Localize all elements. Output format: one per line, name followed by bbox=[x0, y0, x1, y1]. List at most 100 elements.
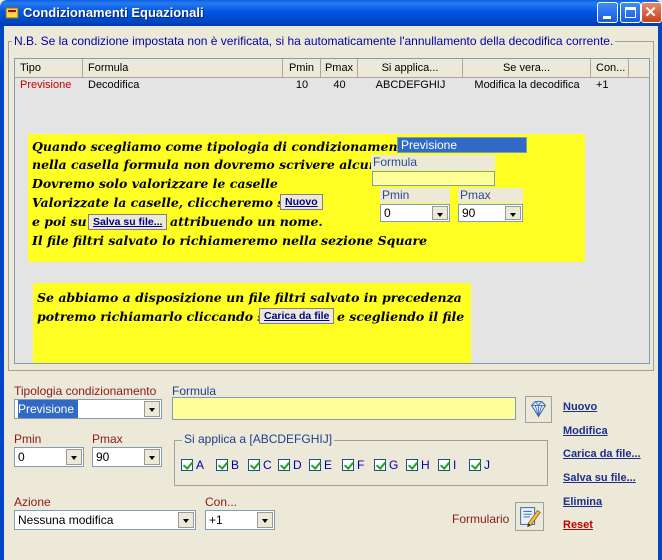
pmin-select[interactable]: 0 bbox=[14, 447, 84, 467]
checkbox-check-icon bbox=[278, 459, 290, 471]
checkbox-check-icon bbox=[374, 459, 386, 471]
checkbox-check-icon bbox=[216, 459, 228, 471]
help-line: nella casella formula non dovremo scrive… bbox=[32, 157, 407, 172]
con-label: Con... bbox=[205, 495, 238, 509]
conditions-grid[interactable]: Tipo Formula Pmin Pmax Si applica... Se … bbox=[14, 58, 650, 364]
col-tipo[interactable]: Tipo bbox=[15, 59, 83, 78]
help-tipologia-select: Previsione bbox=[397, 137, 527, 153]
help-line: Valorizzate la caselle, cliccheremo su bbox=[32, 195, 294, 210]
help-formula-field bbox=[372, 171, 495, 186]
cell-con: +1 bbox=[596, 79, 609, 91]
close-button[interactable] bbox=[641, 2, 662, 23]
chevron-down-icon[interactable] bbox=[144, 401, 160, 417]
col-applica[interactable]: Si applica... bbox=[358, 59, 463, 78]
col-formula[interactable]: Formula bbox=[83, 59, 283, 78]
help-line: Se abbiamo a disposizione un file filtri… bbox=[37, 290, 462, 305]
checkbox-c[interactable]: C bbox=[248, 458, 272, 472]
tipologia-select[interactable]: Previsione bbox=[14, 399, 162, 419]
help-formula-label: Formula bbox=[371, 155, 495, 170]
reset-link[interactable]: Reset bbox=[563, 519, 593, 531]
maximize-icon bbox=[625, 7, 636, 18]
note-text: N.B. Se la condizione impostata non è ve… bbox=[12, 34, 616, 48]
help-salva-button: Salva su file... bbox=[88, 214, 168, 230]
cell-pmax: 40 bbox=[333, 79, 346, 91]
grid-row[interactable]: Previsione Decodifica 10 40 ABCDEFGHIJ M… bbox=[15, 78, 649, 93]
checkbox-j[interactable]: J bbox=[469, 458, 490, 472]
chevron-down-icon[interactable] bbox=[257, 512, 273, 528]
chevron-down-icon[interactable] bbox=[178, 512, 194, 528]
app-icon bbox=[5, 7, 19, 19]
formula-input[interactable] bbox=[172, 397, 516, 420]
checkbox-check-icon bbox=[406, 459, 418, 471]
tipologia-label: Tipologia condizionamento bbox=[14, 384, 157, 398]
help-line: potremo richiamarlo cliccando su bbox=[37, 309, 274, 324]
grid-vline bbox=[590, 78, 591, 363]
help-pmin-label: Pmin bbox=[380, 188, 450, 203]
azione-label: Azione bbox=[14, 495, 51, 509]
formula-label: Formula bbox=[172, 384, 217, 398]
help-line: e scegliendo il file bbox=[337, 309, 465, 324]
minimize-button[interactable] bbox=[597, 2, 618, 23]
formulario-label: Formulario bbox=[452, 512, 510, 526]
applica-group-title: Si applica a [ABCDEFGHIJ] bbox=[182, 432, 335, 446]
checkbox-check-icon bbox=[438, 459, 450, 471]
carica-link[interactable]: Carica da file... bbox=[563, 448, 641, 460]
col-filler bbox=[629, 59, 649, 78]
checkbox-f[interactable]: F bbox=[342, 458, 364, 472]
grid-header: Tipo Formula Pmin Pmax Si applica... Se … bbox=[15, 59, 649, 78]
cell-formula: Decodifica bbox=[88, 79, 140, 91]
help-line: Il file filtri salvato lo richiameremo n… bbox=[32, 233, 428, 248]
con-select[interactable]: +1 bbox=[205, 510, 275, 530]
checkbox-e[interactable]: E bbox=[309, 458, 332, 472]
salva-link[interactable]: Salva su file... bbox=[563, 472, 636, 484]
pmin-label: Pmin bbox=[14, 432, 42, 446]
help-pmax-combo: 90 bbox=[458, 204, 523, 222]
checkbox-d[interactable]: D bbox=[278, 458, 302, 472]
col-pmax[interactable]: Pmax bbox=[321, 59, 358, 78]
cell-pmin: 10 bbox=[295, 79, 309, 91]
diamond-button[interactable] bbox=[525, 396, 552, 423]
diamond-icon bbox=[530, 401, 547, 418]
window-frame-left bbox=[0, 26, 4, 560]
chevron-down-icon[interactable] bbox=[144, 449, 160, 465]
modifica-link[interactable]: Modifica bbox=[563, 425, 608, 437]
help-nuovo-button: Nuovo bbox=[280, 194, 323, 210]
maximize-button[interactable] bbox=[620, 2, 641, 23]
checkbox-b[interactable]: B bbox=[216, 458, 239, 472]
notepad-pencil-icon bbox=[520, 507, 541, 528]
checkbox-g[interactable]: G bbox=[374, 458, 398, 472]
chevron-down-icon[interactable] bbox=[66, 449, 82, 465]
help-line: Dovremo solo valorizzare le caselle bbox=[32, 176, 278, 191]
checkbox-check-icon bbox=[248, 459, 260, 471]
azione-select[interactable]: Nessuna modifica bbox=[14, 510, 196, 530]
checkbox-i[interactable]: I bbox=[438, 458, 456, 472]
checkbox-check-icon bbox=[342, 459, 354, 471]
pmax-label: Pmax bbox=[92, 432, 123, 446]
col-con[interactable]: Con... bbox=[591, 59, 629, 78]
nuovo-link[interactable]: Nuovo bbox=[563, 401, 597, 413]
help-panel-previsione: Quando scegliamo come tipologia di condi… bbox=[28, 134, 585, 262]
col-se-vera[interactable]: Se vera... bbox=[463, 59, 591, 78]
formulario-button[interactable] bbox=[515, 502, 544, 531]
title-bar: Condizionamenti Equazionali bbox=[0, 0, 662, 26]
cell-applica: ABCDEFGHIJ bbox=[375, 79, 446, 91]
grid-vline bbox=[628, 78, 629, 363]
checkbox-check-icon bbox=[309, 459, 321, 471]
pmax-select[interactable]: 90 bbox=[92, 447, 162, 467]
help-pmax-label: Pmax bbox=[458, 188, 523, 203]
cell-se-vera: Modifica la decodifica bbox=[474, 79, 580, 91]
elimina-link[interactable]: Elimina bbox=[563, 496, 602, 508]
help-line: e poi su bbox=[32, 214, 87, 229]
help-panel-carica: Se abbiamo a disposizione un file filtri… bbox=[33, 283, 471, 363]
checkbox-h[interactable]: H bbox=[406, 458, 430, 472]
checkbox-a[interactable]: A bbox=[181, 458, 204, 472]
window-title: Condizionamenti Equazionali bbox=[23, 5, 204, 20]
help-carica-button: Carica da file bbox=[259, 308, 335, 324]
checkbox-check-icon bbox=[181, 459, 193, 471]
help-pmin-combo: 0 bbox=[380, 204, 450, 222]
help-line: Quando scegliamo come tipologia di condi… bbox=[32, 139, 412, 154]
col-pmin[interactable]: Pmin bbox=[283, 59, 321, 78]
cell-tipo: Previsione bbox=[20, 79, 72, 91]
checkbox-check-icon bbox=[469, 459, 481, 471]
minimize-icon bbox=[603, 16, 611, 19]
